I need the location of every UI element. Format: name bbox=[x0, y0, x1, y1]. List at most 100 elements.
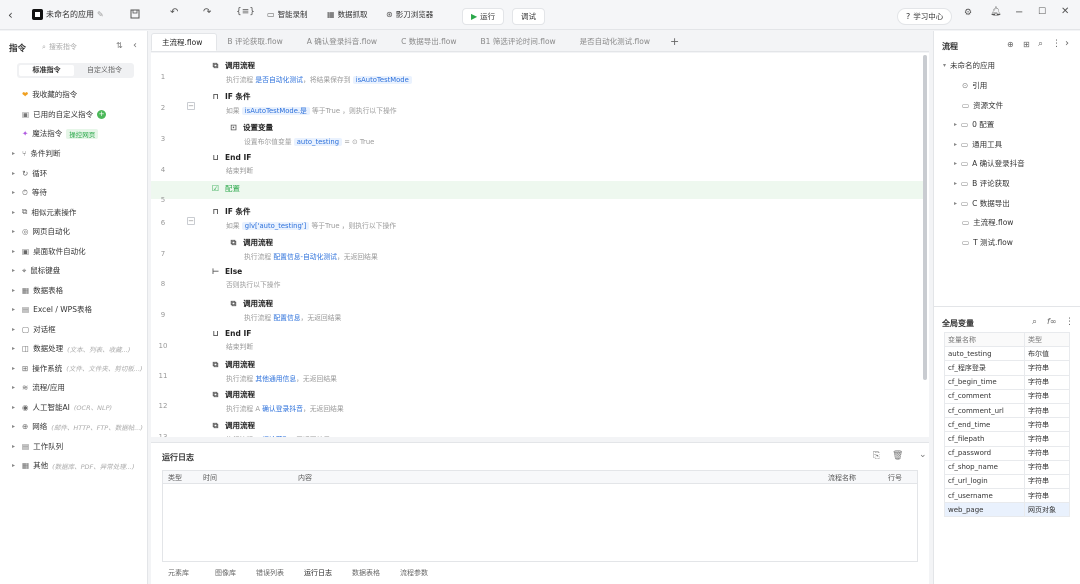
sidebar-item-magic[interactable]: ✦ 魔法指令 操控网页 bbox=[22, 128, 99, 139]
tab-image-lib[interactable]: 图像库 bbox=[215, 568, 236, 578]
tab-custom[interactable]: 自定义指令 bbox=[77, 65, 132, 76]
code-icon[interactable]: {≡} bbox=[236, 8, 255, 17]
sidebar-category[interactable]: ▸ ⑂ 条件判断 bbox=[12, 148, 61, 159]
bell-icon[interactable]: 🔔︎ bbox=[990, 8, 1001, 17]
flow-step[interactable]: ⧉ 调用流程 执行流程 配置信息-自动化测试，无返回结果 bbox=[229, 237, 378, 262]
var-row[interactable]: cf_begin_time 字符串 bbox=[944, 374, 1070, 390]
sidebar-category[interactable]: ▸ ≋ 流程/应用 bbox=[12, 382, 65, 393]
variable-chip[interactable]: auto_testing bbox=[293, 138, 343, 146]
clear-log-icon[interactable]: 🗑︎ bbox=[892, 451, 903, 461]
sidebar-category[interactable]: ▸ ⌖ 鼠标键盘 bbox=[12, 265, 60, 276]
var-row[interactable]: cf_shop_name 字符串 bbox=[944, 459, 1070, 475]
more-icon[interactable]: ⋮ bbox=[1052, 39, 1061, 49]
add-tab-icon[interactable]: + bbox=[664, 33, 685, 51]
browser-button[interactable]: ⊛ 影刀浏览器 bbox=[386, 9, 433, 20]
close-icon[interactable]: ✕ bbox=[1061, 7, 1069, 17]
variable-chip[interactable]: isAutoTestMode.是 bbox=[241, 107, 310, 115]
collapse-icon[interactable]: ‹ bbox=[133, 40, 137, 51]
sidebar-category[interactable]: ▸ ↻ 循环 bbox=[12, 168, 47, 179]
tab-flow-params[interactable]: 流程参数 bbox=[400, 568, 428, 578]
debug-button[interactable]: 调试 bbox=[512, 8, 545, 25]
tree-item[interactable]: ▸ ▭ 通用工具 bbox=[954, 139, 1002, 150]
fold-toggle-icon[interactable]: − bbox=[187, 217, 195, 225]
collapse-panel-icon[interactable]: › bbox=[1065, 38, 1069, 49]
tab-filter-time[interactable]: B1 筛选评论时间.flow bbox=[471, 33, 570, 51]
flow-step[interactable]: ⊓ IF 条件 如果 glv['auto_testing'] 等于True ，则执行… bbox=[211, 206, 396, 230]
export-log-icon[interactable]: ⎘ bbox=[873, 451, 880, 461]
sidebar-category[interactable]: ▸ ▤ Excel / WPS表格 bbox=[12, 304, 92, 315]
var-row[interactable]: cf_password 字符串 bbox=[944, 445, 1070, 461]
tree-item[interactable]: ▸ ▭ A 确认登录抖音 bbox=[954, 158, 1025, 169]
var-row[interactable]: web_page 网页对象 bbox=[944, 502, 1070, 518]
sidebar-category[interactable]: ▸ ▣ 桌面软件自动化 bbox=[12, 246, 86, 257]
desc-link[interactable]: 其他通用信息 bbox=[255, 375, 296, 383]
save-icon[interactable] bbox=[130, 9, 140, 22]
maximize-icon[interactable]: ☐ bbox=[1038, 8, 1046, 17]
tree-item[interactable]: ▸ ▭ B 评论获取 bbox=[954, 178, 1010, 189]
var-row[interactable]: cf_程序登录 字符串 bbox=[944, 360, 1070, 376]
tree-item[interactable]: ▭ T 测试.flow bbox=[962, 237, 1013, 248]
sidebar-category[interactable]: ▸ ⧉ 相似元素操作 bbox=[12, 207, 76, 218]
flow-step[interactable]: ⊓ IF 条件 如果 isAutoTestMode.是 等于True ，则执行以下操… bbox=[211, 91, 397, 115]
filter-icon[interactable]: ⇅ bbox=[116, 41, 123, 50]
search-input[interactable]: 搜索指令 bbox=[49, 42, 77, 52]
var-row[interactable]: cf_end_time 字符串 bbox=[944, 417, 1070, 433]
desc-link[interactable]: 是否自动化测试 bbox=[255, 76, 303, 84]
var-row[interactable]: cf_filepath 字符串 bbox=[944, 431, 1070, 447]
editor-scrollbar[interactable] bbox=[923, 55, 927, 380]
var-row[interactable]: cf_comment_url 字符串 bbox=[944, 402, 1070, 419]
var-row[interactable]: cf_username 字符串 bbox=[944, 488, 1070, 504]
desc-link[interactable]: 配置信息 bbox=[273, 314, 300, 322]
edit-icon[interactable]: ✎ bbox=[97, 10, 104, 19]
desc-link[interactable]: 评论获取 bbox=[262, 436, 289, 437]
chevron-down-icon[interactable]: ⌄ bbox=[919, 450, 927, 460]
run-button[interactable]: ▶ 运行 bbox=[462, 8, 505, 25]
tree-item[interactable]: ▸ ▭ C 数据导出 bbox=[954, 198, 1010, 209]
function-icon[interactable]: f∞ bbox=[1047, 317, 1056, 326]
sidebar-category[interactable]: ▸ ▢ 对话框 bbox=[12, 324, 56, 335]
tab-error-list[interactable]: 错误列表 bbox=[256, 568, 284, 578]
search-vars-icon[interactable]: ⌕ bbox=[1032, 317, 1037, 327]
tab-main-flow[interactable]: 主流程.flow bbox=[151, 33, 218, 51]
desc-link[interactable]: 配置信息-自动化测试 bbox=[273, 253, 337, 261]
back-button[interactable]: ‹ bbox=[8, 8, 13, 22]
variable-chip[interactable]: glv['auto_testing'] bbox=[241, 222, 310, 230]
flow-step[interactable]: ⧉ 调用流程 执行流程 其他通用信息，无返回结果 bbox=[211, 359, 337, 384]
sidebar-category[interactable]: ▸ ◫ 数据处理 (文本、列表、收藏...) bbox=[12, 343, 130, 354]
flow-step[interactable]: ⧉ 调用流程 执行流程 A 确认登录抖音，无返回结果 bbox=[211, 389, 344, 414]
sidebar-category[interactable]: ▸ ▤ 工作队列 bbox=[12, 441, 63, 452]
search-icon[interactable]: ⌕ bbox=[1038, 39, 1043, 49]
flow-step[interactable]: ⊢ Else 否则执行以下操作 bbox=[211, 267, 281, 289]
var-row[interactable]: cf_comment 字符串 bbox=[944, 388, 1070, 404]
tab-comment-fetch[interactable]: B 评论获取.flow bbox=[217, 33, 296, 51]
sidebar-category[interactable]: ▸ ◉ 人工智能AI (OCR、NLP) bbox=[12, 402, 112, 413]
new-folder-icon[interactable]: ⊞ bbox=[1023, 40, 1030, 49]
tab-element-lib[interactable]: 元素库 bbox=[162, 568, 195, 578]
tree-root[interactable]: ▾ 未命名的应用 bbox=[943, 60, 995, 71]
tab-confirm-login[interactable]: A 确认登录抖音.flow bbox=[297, 33, 391, 51]
data-capture-button[interactable]: ▦ 数据抓取 bbox=[327, 9, 368, 20]
desc-link[interactable]: 确认登录抖音 bbox=[262, 405, 303, 413]
undo-icon[interactable]: ↶ bbox=[170, 8, 178, 18]
sidebar-search[interactable]: ⌕ 搜索指令 bbox=[42, 42, 77, 52]
minimize-icon[interactable]: − bbox=[1015, 8, 1023, 18]
sidebar-item-favorites[interactable]: ❤ 我收藏的指令 bbox=[22, 89, 77, 100]
smart-record-button[interactable]: ▭ 智能录制 bbox=[267, 9, 308, 20]
flow-step[interactable]: ⧉ 调用流程 执行流程 配置信息，无返回结果 bbox=[229, 298, 342, 323]
sidebar-category[interactable]: ▸ ⏱ 等待 bbox=[12, 187, 47, 198]
flow-step[interactable]: ⧉ 调用流程执行流程 B 评论获取，无返回结果 bbox=[211, 420, 331, 438]
flow-step[interactable]: ⊡ 设置变量 设置布尔值变量 auto_testing = ⊙ True bbox=[229, 122, 374, 146]
var-row[interactable]: cf_url_login 字符串 bbox=[944, 473, 1070, 490]
flow-step[interactable]: ⊔ End IF 结束判断 bbox=[211, 329, 253, 351]
sidebar-category[interactable]: ▸ ◎ 网页自动化 bbox=[12, 226, 70, 237]
settings-icon[interactable]: ⚙ bbox=[964, 9, 972, 18]
learn-center-button[interactable]: ? 学习中心 bbox=[897, 8, 953, 25]
more-vars-icon[interactable]: ⋮ bbox=[1065, 317, 1074, 327]
var-row[interactable]: auto_testing 布尔值 bbox=[944, 346, 1070, 362]
tree-item[interactable]: ▸ ▭ 0 配置 bbox=[954, 119, 994, 130]
new-flow-icon[interactable]: ⊕ bbox=[1007, 40, 1014, 49]
fold-toggle-icon[interactable]: − bbox=[187, 102, 195, 110]
variable-chip[interactable]: isAutoTestMode bbox=[352, 76, 412, 84]
sidebar-category[interactable]: ▸ ⊕ 网络 (邮件、HTTP、FTP、数据帖...) bbox=[12, 421, 143, 432]
tab-run-log[interactable]: 运行日志 bbox=[304, 568, 332, 578]
